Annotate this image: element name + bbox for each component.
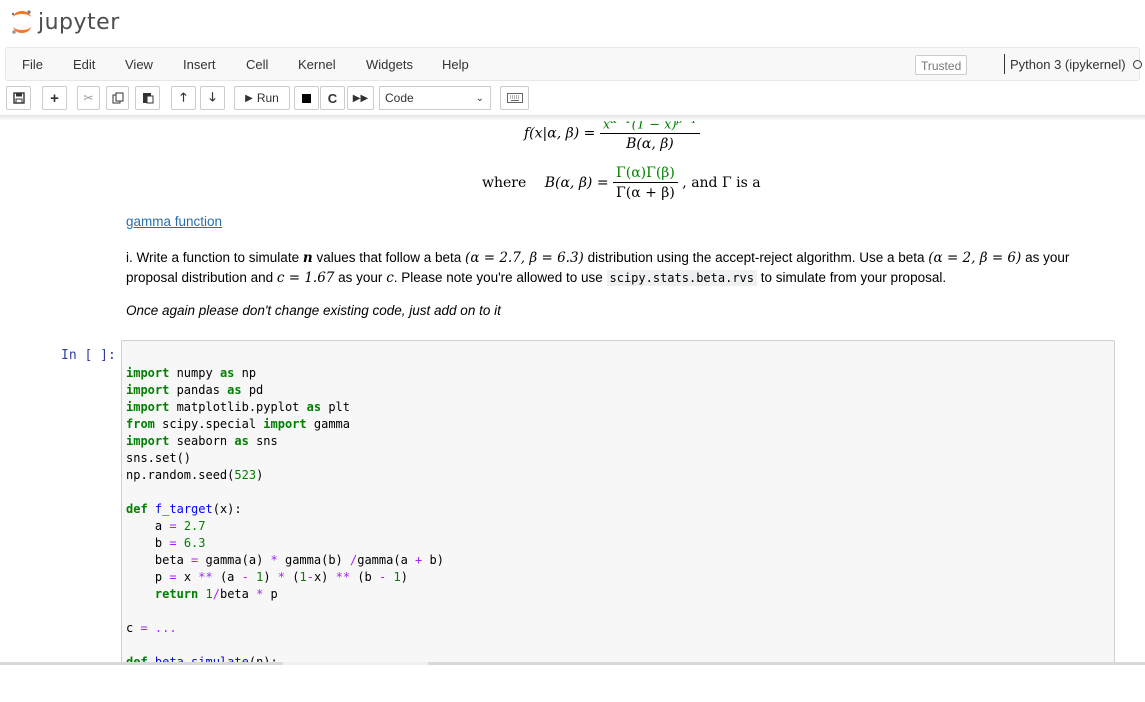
code-line: beta = gamma(a) * gamma(b) /gamma(a + b) (126, 553, 444, 567)
save-button[interactable] (6, 86, 31, 110)
notebook-content: f(x|α, β) = xα−1(1 − x)β−1 B(α, β) where… (0, 121, 1145, 662)
notebook-header: jupyter (0, 0, 1145, 45)
play-icon: ▶ (245, 92, 253, 104)
code-line: a = 2.7 (126, 519, 206, 533)
command-palette-button[interactable] (500, 86, 529, 110)
menu-widgets[interactable]: Widgets (366, 57, 413, 72)
plus-icon: + (50, 89, 59, 107)
horizontal-scrollbar[interactable] (0, 662, 1145, 665)
toolbar: + ✂ 🡑 🡓 ▶ Run C ▶▶ Code ⌄ (0, 86, 1145, 112)
stop-icon (302, 93, 311, 103)
beta-function-formula: where B(α, β) = Γ(α)Γ(β) Γ(α + β) , and … (482, 165, 761, 201)
arrow-up-icon: 🡑 (180, 89, 187, 104)
question-part5: proposal distribution and (126, 270, 274, 285)
gamma-function-link[interactable]: gamma function (126, 214, 222, 229)
restart-icon: C (327, 90, 338, 106)
code-line: p = x ** (a - 1) * (1-x) ** (b - 1) (126, 570, 408, 584)
scrollbar-thumb[interactable] (283, 662, 428, 665)
insert-cell-button[interactable]: + (42, 86, 67, 110)
math-c: c (386, 270, 394, 286)
copy-icon (112, 92, 123, 104)
math-proposal-params: (α = 2, β = 6) (928, 250, 1022, 266)
menu-cell[interactable]: Cell (246, 57, 268, 72)
inline-code-beta-rvs: scipy.stats.beta.rvs (606, 270, 757, 286)
question-part4: as your (1025, 250, 1070, 265)
pdf-denominator: B(α, β) (626, 136, 674, 153)
question-part8: to simulate from your proposal. (760, 270, 947, 285)
menu-insert[interactable]: Insert (183, 57, 216, 72)
beta-denominator: Γ(α + β) (616, 185, 675, 201)
question-part2: values that follow a beta (316, 250, 462, 265)
math-n: n (302, 250, 313, 266)
save-icon (12, 92, 25, 104)
cell-type-value: Code (385, 91, 414, 105)
menu-view[interactable]: View (125, 57, 153, 72)
cut-button[interactable]: ✂ (77, 86, 100, 110)
where-label: where (482, 175, 527, 191)
paste-button[interactable] (135, 86, 160, 110)
interrupt-button[interactable] (294, 86, 319, 110)
paste-icon (142, 93, 153, 104)
kernel-name[interactable]: Python 3 (ipykernel) (1010, 57, 1126, 72)
copy-button[interactable] (106, 86, 129, 110)
menu-bar: File Edit View Insert Cell Kernel Widget… (5, 47, 1142, 81)
code-line: def f_target(x): (126, 502, 242, 516)
move-up-button[interactable]: 🡑 (171, 86, 196, 110)
keyboard-icon (506, 93, 523, 103)
kernel-idle-icon (1133, 60, 1142, 69)
math-target-params: (α = 2.7, β = 6.3) (465, 250, 584, 266)
cell-prompt: In [ ]: (61, 348, 116, 363)
run-button[interactable]: ▶ Run (234, 86, 290, 110)
question-text: i. Write a function to simulate n values… (126, 248, 1116, 288)
menu-file[interactable]: File (22, 57, 43, 72)
code-line: from scipy.special import gamma (126, 417, 350, 431)
trusted-badge[interactable]: Trusted (915, 55, 968, 75)
jupyter-logo-text: jupyter (38, 9, 120, 35)
beta-tail: , and Γ is a (682, 175, 761, 191)
code-line: import pandas as pd (126, 383, 264, 397)
menu-edit[interactable]: Edit (73, 57, 95, 72)
beta-numerator: Γ(α)Γ(β) (613, 165, 678, 183)
arrow-down-icon: 🡓 (209, 89, 216, 104)
code-line: import seaborn as sns (126, 434, 278, 448)
code-line: np.random.seed(523) (126, 468, 264, 482)
question-part3: distribution using the accept-reject alg… (587, 250, 925, 265)
restart-run-all-button[interactable]: ▶▶ (347, 86, 374, 110)
beta-pdf-formula: f(x|α, β) = xα−1(1 − x)β−1 B(α, β) (524, 121, 701, 153)
run-label: Run (256, 91, 279, 105)
question-part7: . Please note you're allowed to use (393, 270, 603, 285)
code-line: sns.set() (126, 451, 192, 465)
code-cell-input[interactable]: import numpy as np import pandas as pd imp… (121, 340, 1115, 662)
code-line: def beta_simulate(n): (126, 655, 278, 662)
menu-kernel[interactable]: Kernel (298, 57, 336, 72)
code-line: import numpy as np (126, 366, 257, 380)
beta-lhs: B(α, β) = (544, 175, 609, 191)
math-c-value: c = 1.67 (276, 270, 335, 286)
code-editor[interactable]: import numpy as np import pandas as pd imp… (126, 348, 444, 662)
scissors-icon: ✂ (83, 91, 94, 105)
fast-forward-icon: ▶▶ (352, 92, 369, 104)
chevron-down-icon: ⌄ (475, 93, 484, 104)
question-part1: i. Write a function to simulate (126, 250, 300, 265)
code-line: import matplotlib.pyplot as plt (126, 400, 350, 414)
code-line: c = ... (126, 621, 177, 635)
pdf-lhs: f(x|α, β) = (524, 125, 596, 142)
instruction-note: Once again please don't change existing … (126, 303, 501, 318)
jupyter-logo[interactable]: jupyter (10, 8, 120, 36)
kernel-separator (1004, 54, 1005, 74)
code-line: b = 6.3 (126, 536, 206, 550)
jupyter-logo-icon (11, 10, 31, 34)
menu-help[interactable]: Help (442, 57, 469, 72)
move-down-button[interactable]: 🡓 (200, 86, 225, 110)
restart-button[interactable]: C (320, 86, 345, 110)
beta-fraction: Γ(α)Γ(β) Γ(α + β) (613, 165, 678, 201)
cell-type-select[interactable]: Code ⌄ (379, 86, 491, 110)
pdf-numerator: xα−1(1 − x)β−1 (599, 121, 701, 135)
question-part6: as your (338, 270, 383, 285)
code-line: return 1/beta * p (154, 587, 278, 601)
pdf-fraction: xα−1(1 − x)β−1 B(α, β) (599, 121, 701, 153)
